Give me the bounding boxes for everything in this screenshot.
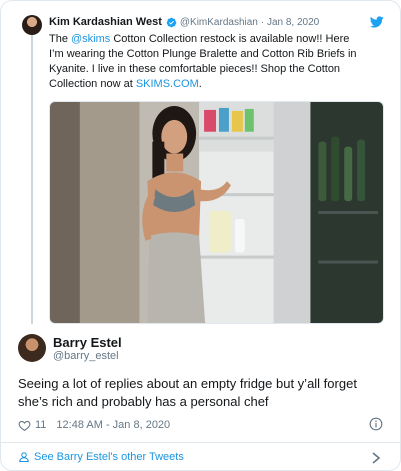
- mention-link-skims[interactable]: @skims: [71, 33, 110, 45]
- skims-url-link[interactable]: SKIMS.COM: [136, 78, 199, 90]
- twitter-bird-icon[interactable]: [370, 15, 384, 29]
- tweet-media-photo[interactable]: [49, 101, 384, 324]
- tweet-meta: 11 12:48 AM - Jan 8, 2020: [18, 418, 170, 432]
- parent-text-part-3: .: [198, 78, 202, 90]
- parent-tweet-date[interactable]: · Jan 8, 2020: [261, 17, 319, 28]
- author-handle[interactable]: @barry_estel: [53, 350, 119, 362]
- thread-connector: [31, 34, 33, 324]
- author-name[interactable]: Barry Estel: [53, 335, 122, 350]
- parent-author-handle[interactable]: @KimKardashian: [180, 17, 258, 28]
- parent-tweet-text: The @skims Cotton Collection restock is …: [49, 32, 361, 92]
- parent-tweet-header: Kim Kardashian West @KimKardashian · Jan…: [49, 16, 319, 28]
- author-avatar[interactable]: [18, 334, 46, 362]
- chevron-right-icon[interactable]: [371, 452, 381, 464]
- embedded-tweet-card: Kim Kardashian West @KimKardashian · Jan…: [0, 0, 401, 471]
- person-icon: [19, 452, 29, 462]
- heart-icon[interactable]: [18, 419, 31, 432]
- parent-author-avatar[interactable]: [22, 15, 42, 35]
- tweet-text: Seeing a lot of replies about an empty f…: [18, 376, 357, 409]
- tweet-timestamp[interactable]: 12:48 AM - Jan 8, 2020: [56, 419, 170, 431]
- other-tweets-link[interactable]: See Barry Estel's other Tweets: [34, 451, 184, 463]
- like-count[interactable]: 11: [35, 419, 46, 431]
- other-tweets-footer[interactable]: See Barry Estel's other Tweets: [1, 443, 400, 470]
- parent-author-name[interactable]: Kim Kardashian West: [49, 16, 162, 28]
- verified-badge-icon: [166, 17, 177, 27]
- info-icon[interactable]: [369, 417, 383, 431]
- parent-text-part-1: The: [49, 33, 72, 45]
